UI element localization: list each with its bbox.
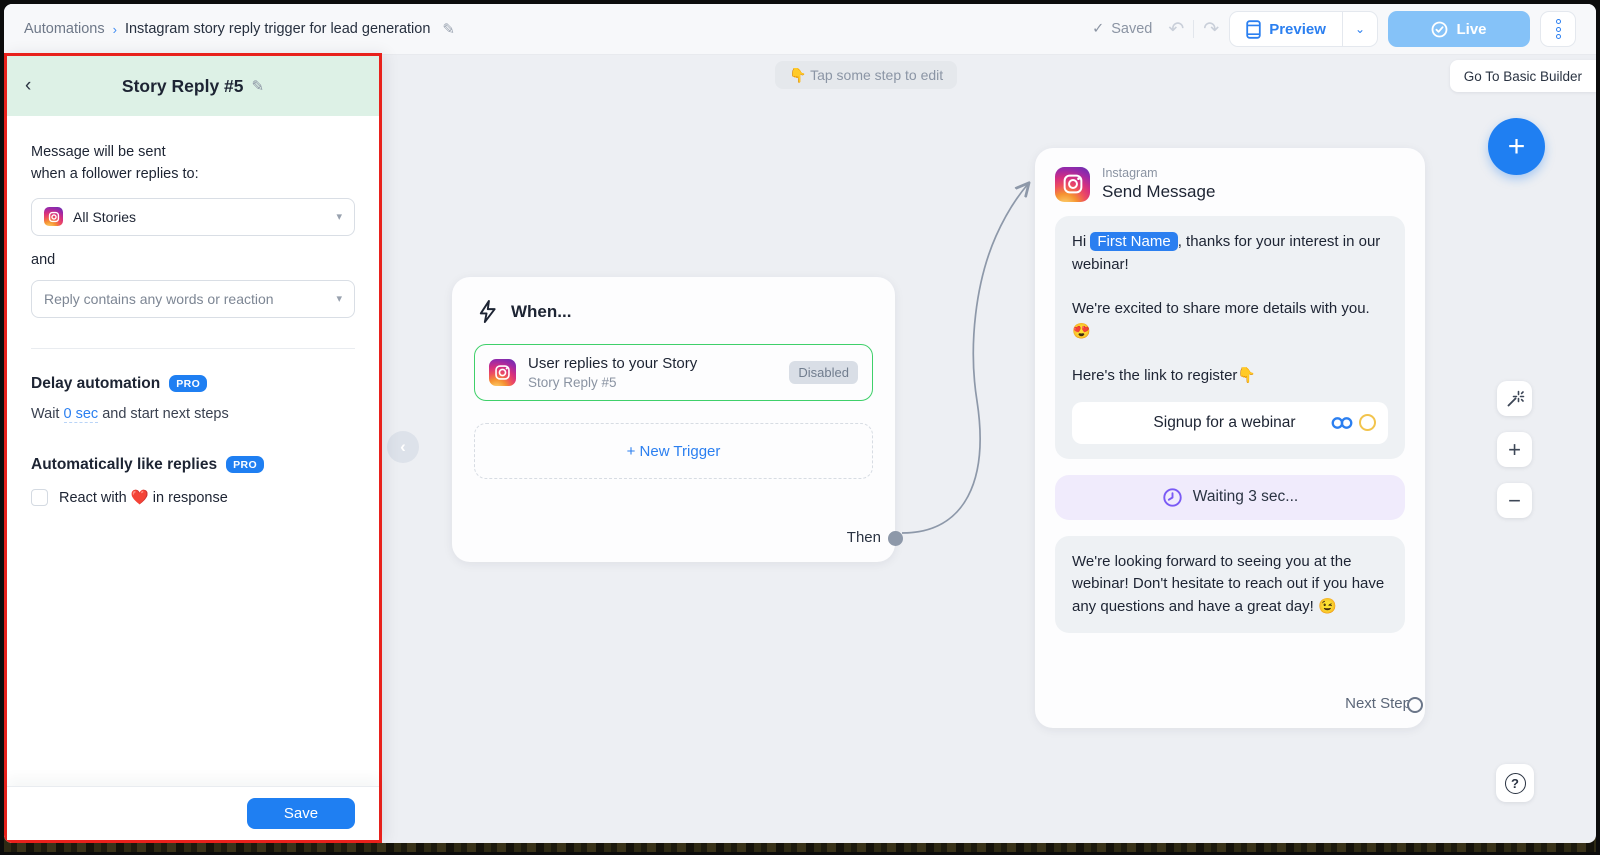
saved-check-icon: ✓ — [1092, 21, 1104, 37]
next-step-output: Next Step — [1345, 695, 1411, 712]
sidebar-header: ‹ Story Reply #5 ✎ — [7, 56, 379, 116]
add-node-button[interactable]: + — [1488, 118, 1545, 175]
intro-line-1: Message will be sent — [31, 142, 355, 164]
help-button[interactable]: ? — [1496, 764, 1534, 802]
delay-automation-section-title: Delay automation PRO — [31, 375, 355, 393]
breadcrumb-automations[interactable]: Automations — [24, 21, 105, 37]
zoom-out-button[interactable]: − — [1497, 483, 1532, 518]
first-name-variable-token[interactable]: First Name — [1090, 232, 1177, 251]
save-status: ✓ Saved — [1092, 21, 1152, 37]
chevron-down-icon: ▾ — [336, 292, 342, 305]
app-window: Automations › Instagram story reply trig… — [4, 4, 1596, 843]
more-options-kebab-icon[interactable] — [1540, 11, 1576, 47]
instagram-icon — [44, 207, 63, 226]
lightning-bolt-icon — [476, 299, 499, 324]
then-label: Then — [847, 529, 881, 546]
story-select-value: All Stories — [73, 209, 136, 225]
breadcrumb-separator-icon: › — [113, 22, 117, 37]
then-output: Then — [847, 529, 881, 546]
instagram-icon — [1055, 167, 1090, 202]
react-heart-checkbox[interactable] — [31, 489, 48, 506]
section-divider — [31, 348, 355, 349]
live-label: Live — [1456, 21, 1486, 38]
when-trigger-card[interactable]: When... User replies to your Story Story… — [452, 277, 895, 562]
next-step-port-icon[interactable] — [1407, 697, 1423, 713]
channel-label: Instagram — [1102, 166, 1215, 180]
preview-dropdown-chevron[interactable]: ⌄ — [1342, 12, 1377, 46]
react-heart-option: React with ❤️ in response — [31, 489, 355, 506]
live-toggle-button[interactable]: Live — [1388, 11, 1530, 47]
sidebar-title: Story Reply #5 — [122, 76, 244, 97]
new-trigger-button[interactable]: + New Trigger — [474, 423, 873, 479]
wait-delay-chip[interactable]: Waiting 3 sec... — [1055, 475, 1405, 520]
clock-icon — [1162, 487, 1183, 508]
preview-button[interactable]: Preview — [1230, 12, 1342, 46]
excited-line: We're excited to share more details with… — [1072, 298, 1388, 343]
step-title: Send Message — [1102, 182, 1215, 202]
undo-icon[interactable]: ↶ — [1168, 18, 1184, 41]
pro-badge: PRO — [226, 456, 264, 473]
wait-chip-label: Waiting 3 sec... — [1193, 488, 1298, 506]
preview-label: Preview — [1269, 21, 1326, 38]
story-select[interactable]: All Stories ▾ — [31, 198, 355, 236]
check-circle-icon — [1431, 21, 1448, 38]
zoom-in-button[interactable]: + — [1497, 432, 1532, 467]
pro-badge: PRO — [169, 375, 207, 392]
reply-condition-value: Reply contains any words or reaction — [44, 291, 274, 307]
instagram-icon — [489, 359, 516, 386]
react-heart-label: React with ❤️ in response — [59, 489, 228, 506]
auto-arrange-wand-icon[interactable] — [1497, 381, 1532, 416]
rename-trigger-pencil-icon[interactable]: ✎ — [252, 77, 265, 95]
reply-condition-select[interactable]: Reply contains any words or reaction ▾ — [31, 280, 355, 318]
sidebar-collapse-chevron[interactable]: ‹ — [387, 431, 419, 463]
rename-flow-pencil-icon[interactable]: ✎ — [442, 20, 455, 38]
greeting-line: Hi First Name, thanks for your interest … — [1072, 231, 1388, 276]
sidebar-body: Message will be sent when a follower rep… — [7, 116, 379, 786]
sidebar-footer: Save — [7, 786, 379, 840]
trigger-settings-sidebar: ‹ Story Reply #5 ✎ Message will be sent … — [4, 53, 382, 843]
trigger-title: User replies to your Story — [528, 355, 697, 372]
redo-icon[interactable]: ↷ — [1203, 18, 1219, 41]
then-connector-dot[interactable] — [888, 531, 903, 546]
saved-label: Saved — [1111, 21, 1152, 37]
wait-duration-link[interactable]: 0 sec — [64, 406, 99, 423]
chevron-down-icon: ▾ — [336, 210, 342, 223]
history-divider — [1193, 20, 1194, 38]
and-label: and — [31, 252, 355, 268]
go-to-basic-builder-button[interactable]: Go To Basic Builder — [1450, 60, 1596, 92]
tap-step-hint: 👇 Tap some step to edit — [775, 61, 957, 89]
button-port-icon[interactable] — [1359, 414, 1376, 431]
back-chevron-icon[interactable]: ‹ — [25, 75, 31, 97]
when-card-title: When... — [511, 302, 571, 322]
signup-button-label: Signup for a webinar — [1084, 411, 1331, 434]
next-step-label: Next Step — [1345, 695, 1411, 712]
signup-webinar-button[interactable]: Signup for a webinar — [1072, 402, 1388, 444]
intro-line-2: when a follower replies to: — [31, 164, 355, 186]
phone-icon — [1246, 20, 1261, 39]
preview-split-button: Preview ⌄ — [1229, 11, 1378, 47]
breadcrumb: Automations › Instagram story reply trig… — [24, 20, 455, 38]
register-line: Here's the link to register👇 — [1072, 365, 1388, 388]
save-button[interactable]: Save — [247, 798, 355, 829]
auto-like-section-title: Automatically like replies PRO — [31, 456, 355, 474]
history-controls: ↶ ↷ — [1168, 18, 1219, 41]
story-reply-trigger-row[interactable]: User replies to your Story Story Reply #… — [474, 344, 873, 401]
question-mark-icon: ? — [1505, 773, 1526, 794]
breadcrumb-current-flow: Instagram story reply trigger for lead g… — [125, 21, 430, 37]
trigger-subtitle: Story Reply #5 — [528, 375, 697, 390]
top-bar: Automations › Instagram story reply trig… — [4, 4, 1596, 55]
disabled-status-badge: Disabled — [789, 361, 858, 384]
wait-setting-line: Wait 0 sec and start next steps — [31, 406, 355, 422]
send-message-card[interactable]: Instagram Send Message Hi First Name, th… — [1035, 148, 1425, 728]
message-bubble-1[interactable]: Hi First Name, thanks for your interest … — [1055, 216, 1405, 459]
message-bubble-2[interactable]: We're looking forward to seeing you at t… — [1055, 536, 1405, 634]
link-icon — [1331, 416, 1353, 430]
